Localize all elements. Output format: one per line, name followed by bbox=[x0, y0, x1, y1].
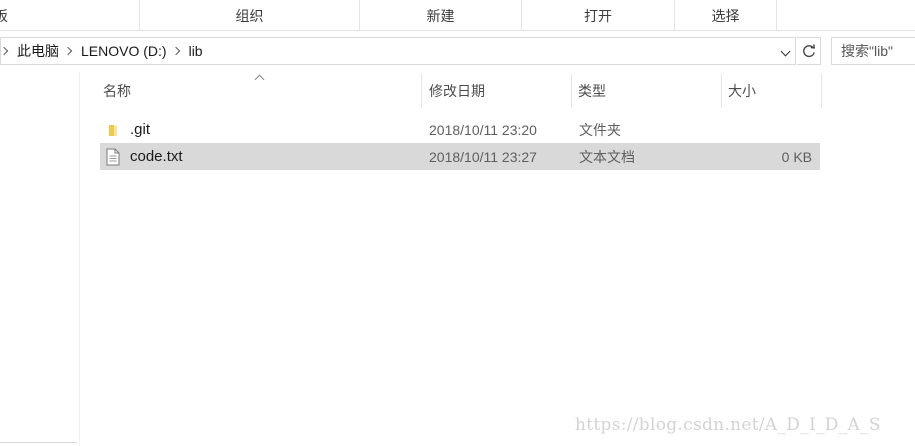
navigation-pane[interactable] bbox=[0, 72, 80, 446]
folder-icon bbox=[104, 121, 122, 139]
column-header-label: 类型 bbox=[578, 83, 606, 99]
column-header-label: 修改日期 bbox=[429, 83, 485, 99]
watermark-text: https://blog.csdn.net/A_D_I_D_A_S bbox=[575, 415, 881, 435]
file-row-code-txt[interactable]: code.txt 2018/10/11 23:27 文本文档 0 KB bbox=[100, 143, 820, 170]
ribbon-group-new[interactable]: 新建 bbox=[360, 0, 522, 31]
breadcrumb-this-pc[interactable]: 此电脑 bbox=[17, 38, 59, 64]
refresh-icon bbox=[802, 44, 815, 58]
column-divider[interactable] bbox=[821, 74, 822, 108]
column-header-label: 名称 bbox=[103, 83, 131, 99]
search-input[interactable]: 搜索"lib" bbox=[831, 37, 915, 65]
breadcrumb-drive-d[interactable]: LENOVO (D:) bbox=[81, 38, 167, 64]
ribbon-group-label: 打开 bbox=[584, 7, 612, 24]
ribbon-group-open[interactable]: 打开 bbox=[522, 0, 675, 31]
ribbon-group-organize[interactable]: 组织 bbox=[140, 0, 360, 31]
breadcrumb-chevron-icon[interactable] bbox=[63, 46, 73, 56]
file-name-cell: code.txt bbox=[104, 143, 183, 170]
breadcrumb-lib[interactable]: lib bbox=[189, 38, 203, 64]
refresh-button[interactable] bbox=[797, 37, 821, 65]
ribbon-group-select[interactable]: 选择 bbox=[675, 0, 777, 31]
file-type: 文本文档 bbox=[579, 148, 635, 165]
navigation-row: 此电脑 LENOVO (D:) lib 搜索"lib" bbox=[0, 36, 915, 68]
file-type: 文件夹 bbox=[579, 121, 621, 138]
ribbon-group-label: 新建 bbox=[426, 7, 455, 24]
column-header-name[interactable]: 名称 bbox=[96, 74, 422, 108]
ribbon-bar: 板 组织 新建 打开 选择 bbox=[0, 0, 915, 31]
file-row-git[interactable]: .git 2018/10/11 23:20 文件夹 bbox=[100, 116, 820, 143]
file-name: code.txt bbox=[130, 148, 183, 165]
ribbon-group-label: 选择 bbox=[711, 7, 740, 24]
breadcrumb-chevron-icon[interactable] bbox=[0, 46, 9, 56]
ribbon-group-label: 组织 bbox=[235, 7, 264, 24]
column-header-type[interactable]: 类型 bbox=[571, 74, 721, 108]
breadcrumb-chevron-icon[interactable] bbox=[171, 46, 180, 56]
file-name: .git bbox=[130, 121, 151, 138]
file-modified: 2018/10/11 23:20 bbox=[429, 121, 537, 138]
file-size: 0 KB bbox=[781, 148, 812, 165]
navigation-pane-divider bbox=[0, 442, 77, 443]
column-header-label: 大小 bbox=[728, 83, 756, 99]
text-file-icon bbox=[104, 148, 122, 166]
file-modified: 2018/10/11 23:27 bbox=[429, 148, 537, 165]
file-size bbox=[722, 116, 812, 143]
column-header-size[interactable]: 大小 bbox=[721, 74, 821, 108]
file-list: .git 2018/10/11 23:20 文件夹 code.txt 2018/… bbox=[100, 116, 820, 170]
column-header-modified[interactable]: 修改日期 bbox=[422, 74, 571, 108]
address-bar[interactable]: 此电脑 LENOVO (D:) lib bbox=[0, 37, 796, 65]
ribbon-group-label: 板 bbox=[0, 7, 8, 24]
address-history-dropdown[interactable] bbox=[777, 45, 793, 61]
chevron-down-icon bbox=[780, 46, 790, 56]
ribbon-group-clipboard[interactable]: 板 bbox=[0, 0, 140, 31]
file-name-cell: .git bbox=[104, 116, 150, 143]
column-header-row: 名称 修改日期 类型 大小 bbox=[80, 72, 915, 110]
